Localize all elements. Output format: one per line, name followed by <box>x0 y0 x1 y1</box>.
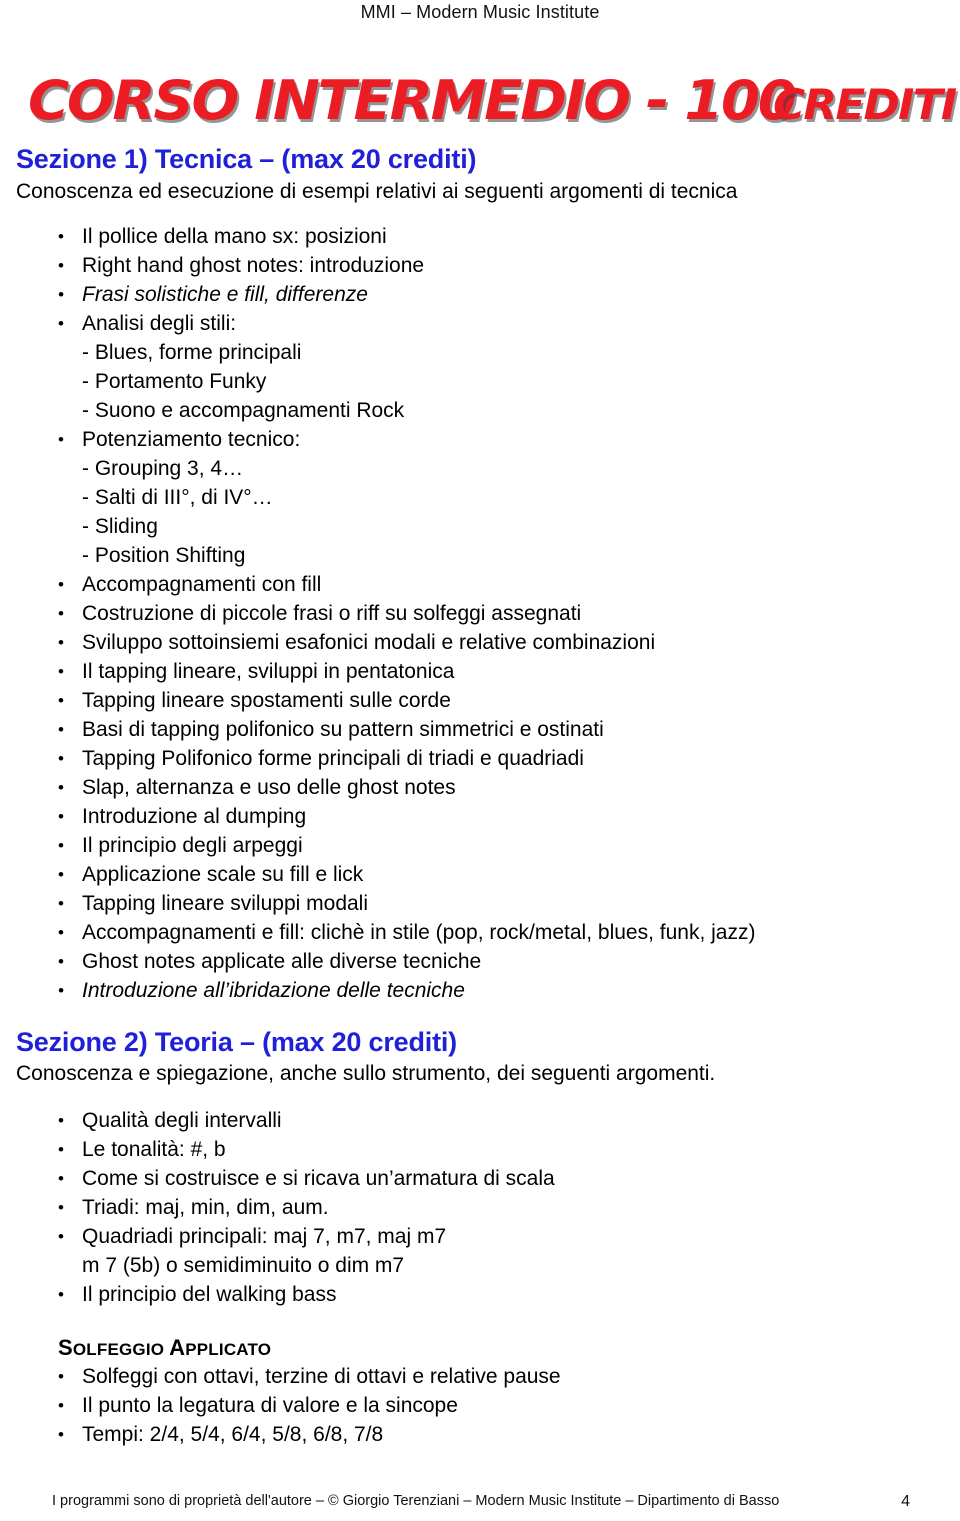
list-item: Le tonalità: #, b <box>16 1135 944 1164</box>
list-item: Il pollice della mano sx: posizioni <box>16 222 944 251</box>
section-1-list: Il pollice della mano sx: posizioni Righ… <box>16 222 944 1005</box>
section-2-subtitle: Conoscenza e spiegazione, anche sullo st… <box>16 1062 716 1085</box>
list-item: Tapping Polifonico forme principali di t… <box>16 744 944 773</box>
list-item: Frasi solistiche e fill, differenze <box>16 280 944 309</box>
list-item-continuation: m 7 (5b) o semidiminuito o dim m7 <box>82 1254 405 1277</box>
document-page: MMI – Modern Music Institute CORSO INTER… <box>0 0 960 1521</box>
course-title-main: CORSO INTERMEDIO - 100 <box>28 69 797 132</box>
list-subitem: - Blues, forme principali <box>82 341 302 364</box>
subsection-label-rest-1: OLFEGGIO <box>72 1340 165 1359</box>
list-item: Analisi degli stili: <box>16 309 944 338</box>
section-1-subtitle: Conoscenza ed esecuzione di esempi relat… <box>16 180 738 203</box>
list-item: Qualità degli intervalli <box>16 1106 944 1135</box>
subsection-label-rest-2: PPLICATO <box>185 1340 272 1359</box>
list-item: Introduzione al dumping <box>16 802 944 831</box>
list-subitem: - Grouping 3, 4… <box>82 457 244 480</box>
subsection-label-cap-1: S <box>58 1335 73 1360</box>
solfeggio-applicato-subsection: SOLFEGGIO APPLICATO Solfeggi con ottavi,… <box>16 1333 944 1449</box>
subsection-label: SOLFEGGIO APPLICATO <box>16 1333 944 1362</box>
list-item: Sviluppo sottoinsiemi esafonici modali e… <box>16 628 944 657</box>
course-title-tail: CREDITI <box>773 80 957 129</box>
list-item: Costruzione di piccole frasi o riff su s… <box>16 599 944 628</box>
list-item: Tempi: 2/4, 5/4, 6/4, 5/8, 6/8, 7/8 <box>16 1420 944 1449</box>
section-1-heading: Sezione 1) Tecnica – (max 20 crediti) <box>16 144 477 174</box>
list-subitem: - Sliding <box>82 515 158 538</box>
list-subitem: - Suono e accompagnamenti Rock <box>82 399 405 422</box>
list-item: Basi di tapping polifonico su pattern si… <box>16 715 944 744</box>
list-item: Accompagnamenti con fill <box>16 570 944 599</box>
running-header: MMI – Modern Music Institute <box>360 2 600 22</box>
list-item: Applicazione scale su fill e lick <box>16 860 944 889</box>
list-item: Il principio del walking bass <box>16 1280 944 1309</box>
section-2-heading: Sezione 2) Teoria – (max 20 crediti) <box>16 1027 457 1057</box>
list-subitem: - Salti di III°, di IV°… <box>82 486 273 509</box>
section-2-list: Qualità degli intervalli Le tonalità: #,… <box>16 1106 944 1309</box>
list-item: Il principio degli arpeggi <box>16 831 944 860</box>
page-footer: I programmi sono di proprietà dell'autor… <box>52 1493 924 1510</box>
list-item: Come si costruisce e si ricava un’armatu… <box>16 1164 944 1193</box>
footer-copyright: I programmi sono di proprietà dell'autor… <box>52 1493 780 1509</box>
list-item: Slap, alternanza e uso delle ghost notes <box>16 773 944 802</box>
page-number: 4 <box>901 1493 910 1510</box>
list-item: Quadriadi principali: maj 7, m7, maj m7 <box>16 1222 944 1251</box>
course-title: CORSO INTERMEDIO - 100CREDITI <box>28 69 957 134</box>
list-subitem: - Portamento Funky <box>82 370 267 393</box>
list-item: Potenziamento tecnico: <box>16 425 944 454</box>
list-item: Introduzione all’ibridazione delle tecni… <box>16 976 944 1005</box>
list-item: Ghost notes applicate alle diverse tecni… <box>16 947 944 976</box>
subsection-label-cap-2: A <box>169 1335 186 1360</box>
list-item: Triadi: maj, min, dim, aum. <box>16 1193 944 1222</box>
list-item: Accompagnamenti e fill: clichè in stile … <box>16 918 944 947</box>
list-subitem: - Position Shifting <box>82 544 246 567</box>
list-item: Il tapping lineare, sviluppi in pentaton… <box>16 657 944 686</box>
list-item: Tapping lineare spostamenti sulle corde <box>16 686 944 715</box>
list-item: Solfeggi con ottavi, terzine di ottavi e… <box>16 1362 944 1391</box>
list-item: Tapping lineare sviluppi modali <box>16 889 944 918</box>
list-item: Il punto la legatura di valore e la sinc… <box>16 1391 944 1420</box>
list-item: Right hand ghost notes: introduzione <box>16 251 944 280</box>
